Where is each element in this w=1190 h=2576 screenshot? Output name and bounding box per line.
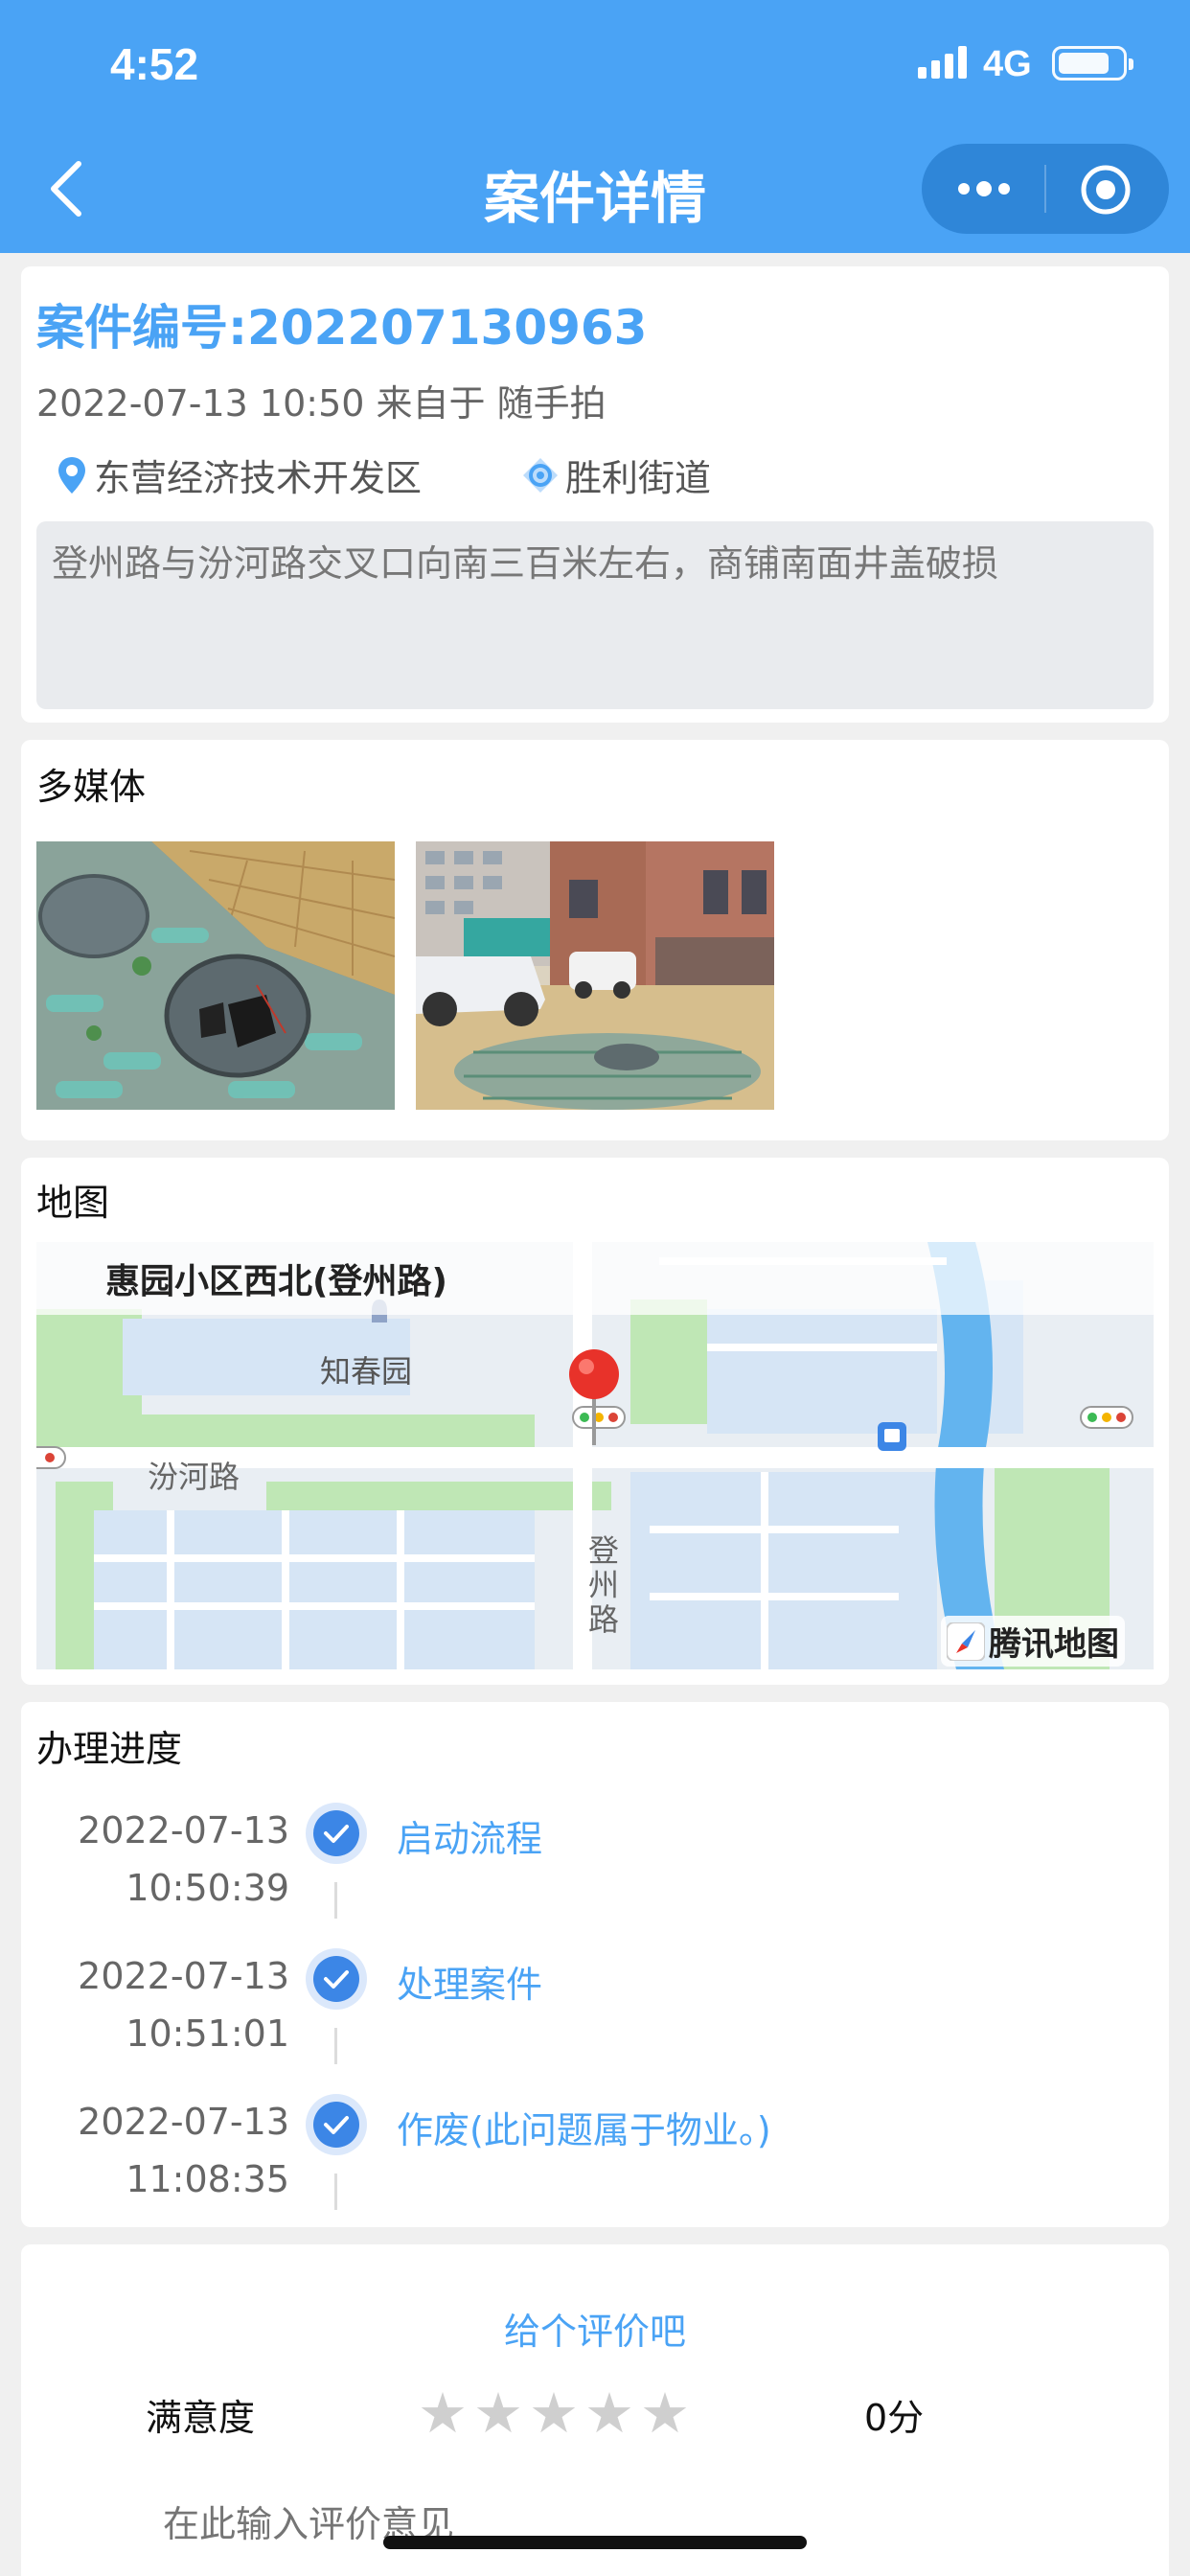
map-provider-label: 腾讯地图 (989, 1625, 1119, 1664)
step-time: 10:50:39 (126, 1867, 289, 1909)
status-time: 4:52 (110, 39, 199, 89)
star-icon[interactable]: ★ (529, 2384, 579, 2442)
rating-score: 0分 (864, 2397, 925, 2439)
star-icon[interactable]: ★ (418, 2384, 468, 2442)
media-photo-1[interactable] (36, 841, 395, 1110)
step-3-label: 作废(此问题属于物业。) (397, 2109, 771, 2151)
map-title: 地图 (36, 1182, 110, 1224)
map-location-label: 惠园小区西北(登州路) (105, 1262, 447, 1301)
district-label: 东营经济技术开发区 (94, 457, 423, 499)
street-tag: 胜利街道 (521, 448, 711, 501)
step-time: 11:08:35 (126, 2158, 289, 2200)
check-circle-icon (306, 1803, 367, 1864)
top-bar: 4:52 4G 案件详情 (0, 0, 1190, 253)
case-meta: 2022-07-13 10:50 来自于 随手拍 (36, 382, 606, 425)
home-indicator (383, 2536, 807, 2549)
satisfaction-label: 满意度 (146, 2397, 256, 2439)
check-circle-icon (306, 2094, 367, 2155)
map-provider-logo: 腾讯地图 (941, 1616, 1125, 1667)
map-view[interactable]: 惠园小区西北(登州路) 知春园 汾河路 登州路 腾讯地图 (36, 1242, 1154, 1669)
step-2-datetime: 2022-07-13 10:51:01 (56, 1947, 289, 2062)
case-number: 案件编号:202207130963 (36, 300, 648, 356)
map-card: 地图 惠园小区西北(登州路) 知春园 汾河路 登州路 腾讯地图 (21, 1158, 1169, 1685)
case-info-card: 案件编号:202207130963 2022-07-13 10:50 来自于 随… (21, 266, 1169, 723)
network-type: 4G (983, 44, 1032, 84)
tencent-map-icon (947, 1622, 985, 1661)
battery-icon (1052, 46, 1133, 80)
step-1-label: 启动流程 (397, 1818, 543, 1860)
signal-icon (918, 46, 967, 79)
step-1-datetime: 2022-07-13 10:50:39 (56, 1802, 289, 1917)
media-card: 多媒体 (21, 740, 1169, 1140)
timeline-connector (334, 2028, 337, 2064)
progress-title: 办理进度 (36, 1728, 183, 1770)
case-description: 登州路与汾河路交叉口向南三百米左右，商铺南面井盖破损 (36, 521, 1154, 709)
media-photo-2[interactable] (416, 841, 774, 1110)
map-road-horizontal: 汾河路 (148, 1459, 240, 1495)
district-tag: 东营经济技术开发区 (56, 448, 422, 501)
star-rating: ★ ★ ★ ★ ★ (418, 2384, 690, 2442)
rating-title: 给个评价吧 (503, 2311, 686, 2353)
close-target-icon[interactable] (1079, 163, 1133, 217)
miniprogram-capsule (922, 144, 1169, 234)
location-target-icon (523, 457, 558, 493)
check-circle-icon (306, 1948, 367, 2010)
rating-card: 给个评价吧 满意度 ★ ★ ★ ★ ★ 0分 (21, 2244, 1169, 2576)
map-road-vertical: 登州路 (588, 1532, 620, 1638)
street-label: 胜利街道 (565, 457, 712, 499)
step-time: 10:51:01 (126, 2012, 289, 2055)
step-2-label: 处理案件 (397, 1964, 543, 2006)
media-title: 多媒体 (36, 766, 147, 808)
progress-card: 办理进度 2022-07-13 10:50:39 启动流程 2022-07-13… (21, 1702, 1169, 2227)
capsule-divider (1044, 165, 1046, 213)
star-icon[interactable]: ★ (584, 2384, 634, 2442)
star-icon[interactable]: ★ (640, 2384, 690, 2442)
map-poi-label: 知春园 (320, 1353, 413, 1390)
location-pin-icon (58, 456, 85, 494)
timeline-connector (334, 2174, 337, 2210)
step-date: 2022-07-13 (78, 1955, 289, 1997)
step-date: 2022-07-13 (78, 1809, 289, 1852)
step-date: 2022-07-13 (78, 2101, 289, 2143)
step-3-datetime: 2022-07-13 11:08:35 (56, 2093, 289, 2208)
more-icon[interactable] (954, 172, 1014, 205)
timeline-connector (334, 1882, 337, 1919)
star-icon[interactable]: ★ (473, 2384, 523, 2442)
